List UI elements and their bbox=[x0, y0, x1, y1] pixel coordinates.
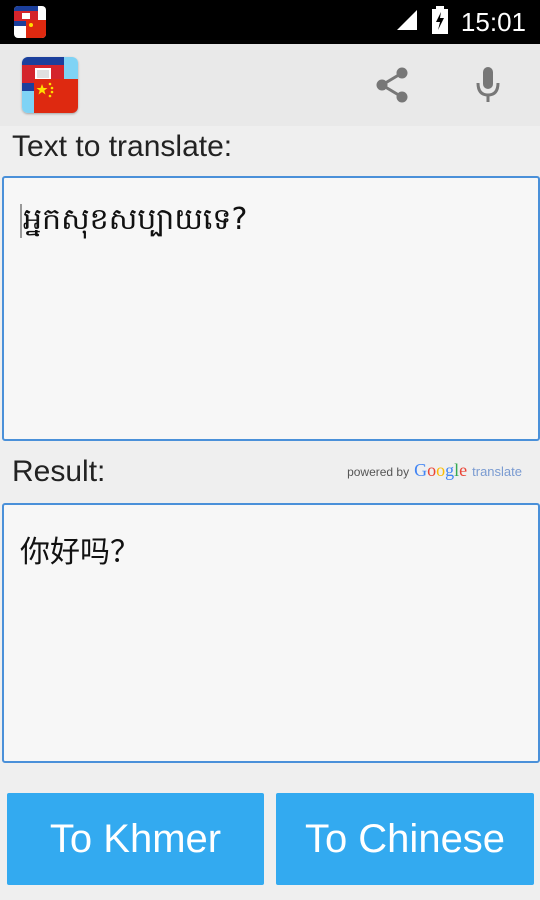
status-left bbox=[14, 6, 46, 38]
google-letter: G bbox=[414, 460, 428, 480]
signal-icon bbox=[395, 8, 419, 36]
status-right: 15:01 bbox=[395, 6, 526, 38]
result-text-value: 你好吗？ bbox=[20, 535, 140, 570]
google-letter: e bbox=[459, 460, 468, 480]
action-bar bbox=[0, 44, 540, 126]
to-khmer-button[interactable]: To Khmer bbox=[7, 793, 264, 885]
google-letter: o bbox=[427, 460, 437, 480]
translate-text: translate bbox=[472, 464, 522, 479]
google-letter: g bbox=[445, 460, 455, 480]
action-icons bbox=[372, 65, 518, 105]
powered-by-text: powered by bbox=[347, 465, 410, 479]
result-label: Result: bbox=[12, 455, 106, 488]
status-time: 15:01 bbox=[460, 6, 526, 37]
input-text-field[interactable]: អ្នកសុខសប្បាយទេ? bbox=[2, 176, 540, 441]
microphone-icon[interactable] bbox=[468, 65, 508, 105]
google-translate-attribution: powered by Google translate bbox=[347, 460, 522, 481]
result-text-field[interactable]: 你好吗？ bbox=[2, 503, 540, 763]
status-bar: 15:01 bbox=[0, 0, 540, 44]
app-logo-icon bbox=[22, 57, 78, 113]
google-letter: o bbox=[436, 460, 446, 480]
text-to-translate-label: Text to translate: bbox=[12, 130, 233, 163]
app-notification-icon bbox=[14, 6, 46, 38]
share-icon[interactable] bbox=[372, 65, 412, 105]
battery-charging-icon bbox=[431, 6, 449, 38]
text-caret bbox=[20, 203, 22, 238]
google-logo: Google bbox=[414, 460, 467, 481]
input-text-value: អ្នកសុខសប្បាយទេ? bbox=[23, 202, 248, 237]
to-chinese-button[interactable]: To Chinese bbox=[276, 793, 534, 885]
